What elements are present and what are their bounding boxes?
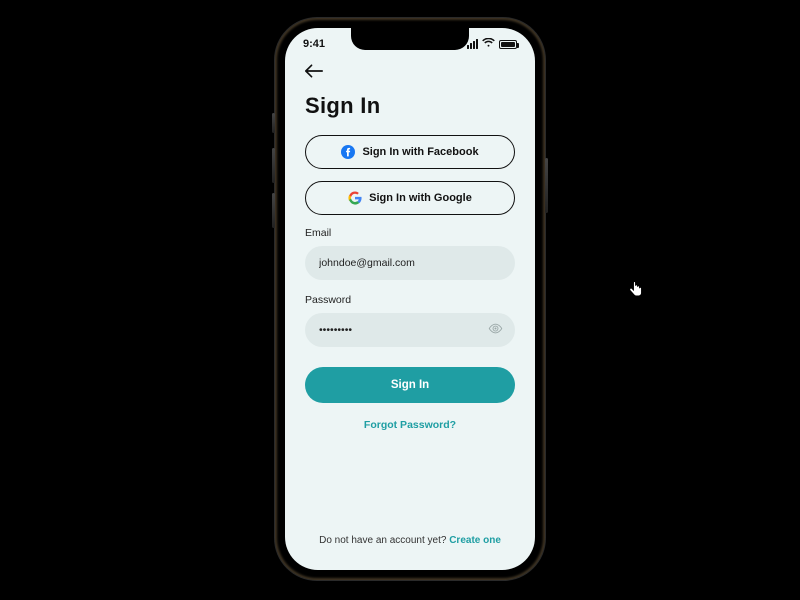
create-account-link[interactable]: Create one (449, 535, 501, 546)
eye-icon[interactable] (488, 321, 503, 339)
email-label: Email (305, 227, 515, 239)
signup-footer: Do not have an account yet? Create one (285, 535, 535, 546)
google-icon (348, 191, 362, 205)
password-label: Password (305, 294, 515, 306)
google-signin-button[interactable]: Sign In with Google (305, 181, 515, 215)
email-field[interactable] (305, 246, 515, 280)
screen: 9:41 Sign In Sign In with Facebook (285, 28, 535, 570)
notch (351, 28, 469, 50)
back-button[interactable] (305, 62, 323, 83)
cellular-icon (467, 39, 478, 49)
wifi-icon (482, 38, 495, 51)
status-time: 9:41 (303, 38, 325, 50)
volume-up-button (272, 148, 275, 183)
signin-button[interactable]: Sign In (305, 367, 515, 403)
volume-down-button (272, 193, 275, 228)
facebook-signin-button[interactable]: Sign In with Facebook (305, 135, 515, 169)
mute-switch (272, 113, 275, 133)
forgot-password-link[interactable]: Forgot Password? (305, 419, 515, 431)
signup-prompt: Do not have an account yet? (319, 535, 449, 546)
power-button (545, 158, 548, 213)
phone-frame: 9:41 Sign In Sign In with Facebook (275, 18, 545, 580)
mouse-cursor-icon (629, 280, 642, 302)
google-signin-label: Sign In with Google (369, 192, 472, 204)
facebook-icon (341, 145, 355, 159)
facebook-signin-label: Sign In with Facebook (362, 146, 478, 158)
password-field[interactable] (305, 313, 515, 347)
battery-icon (499, 40, 517, 49)
status-right (467, 38, 517, 51)
page-title: Sign In (305, 93, 515, 119)
